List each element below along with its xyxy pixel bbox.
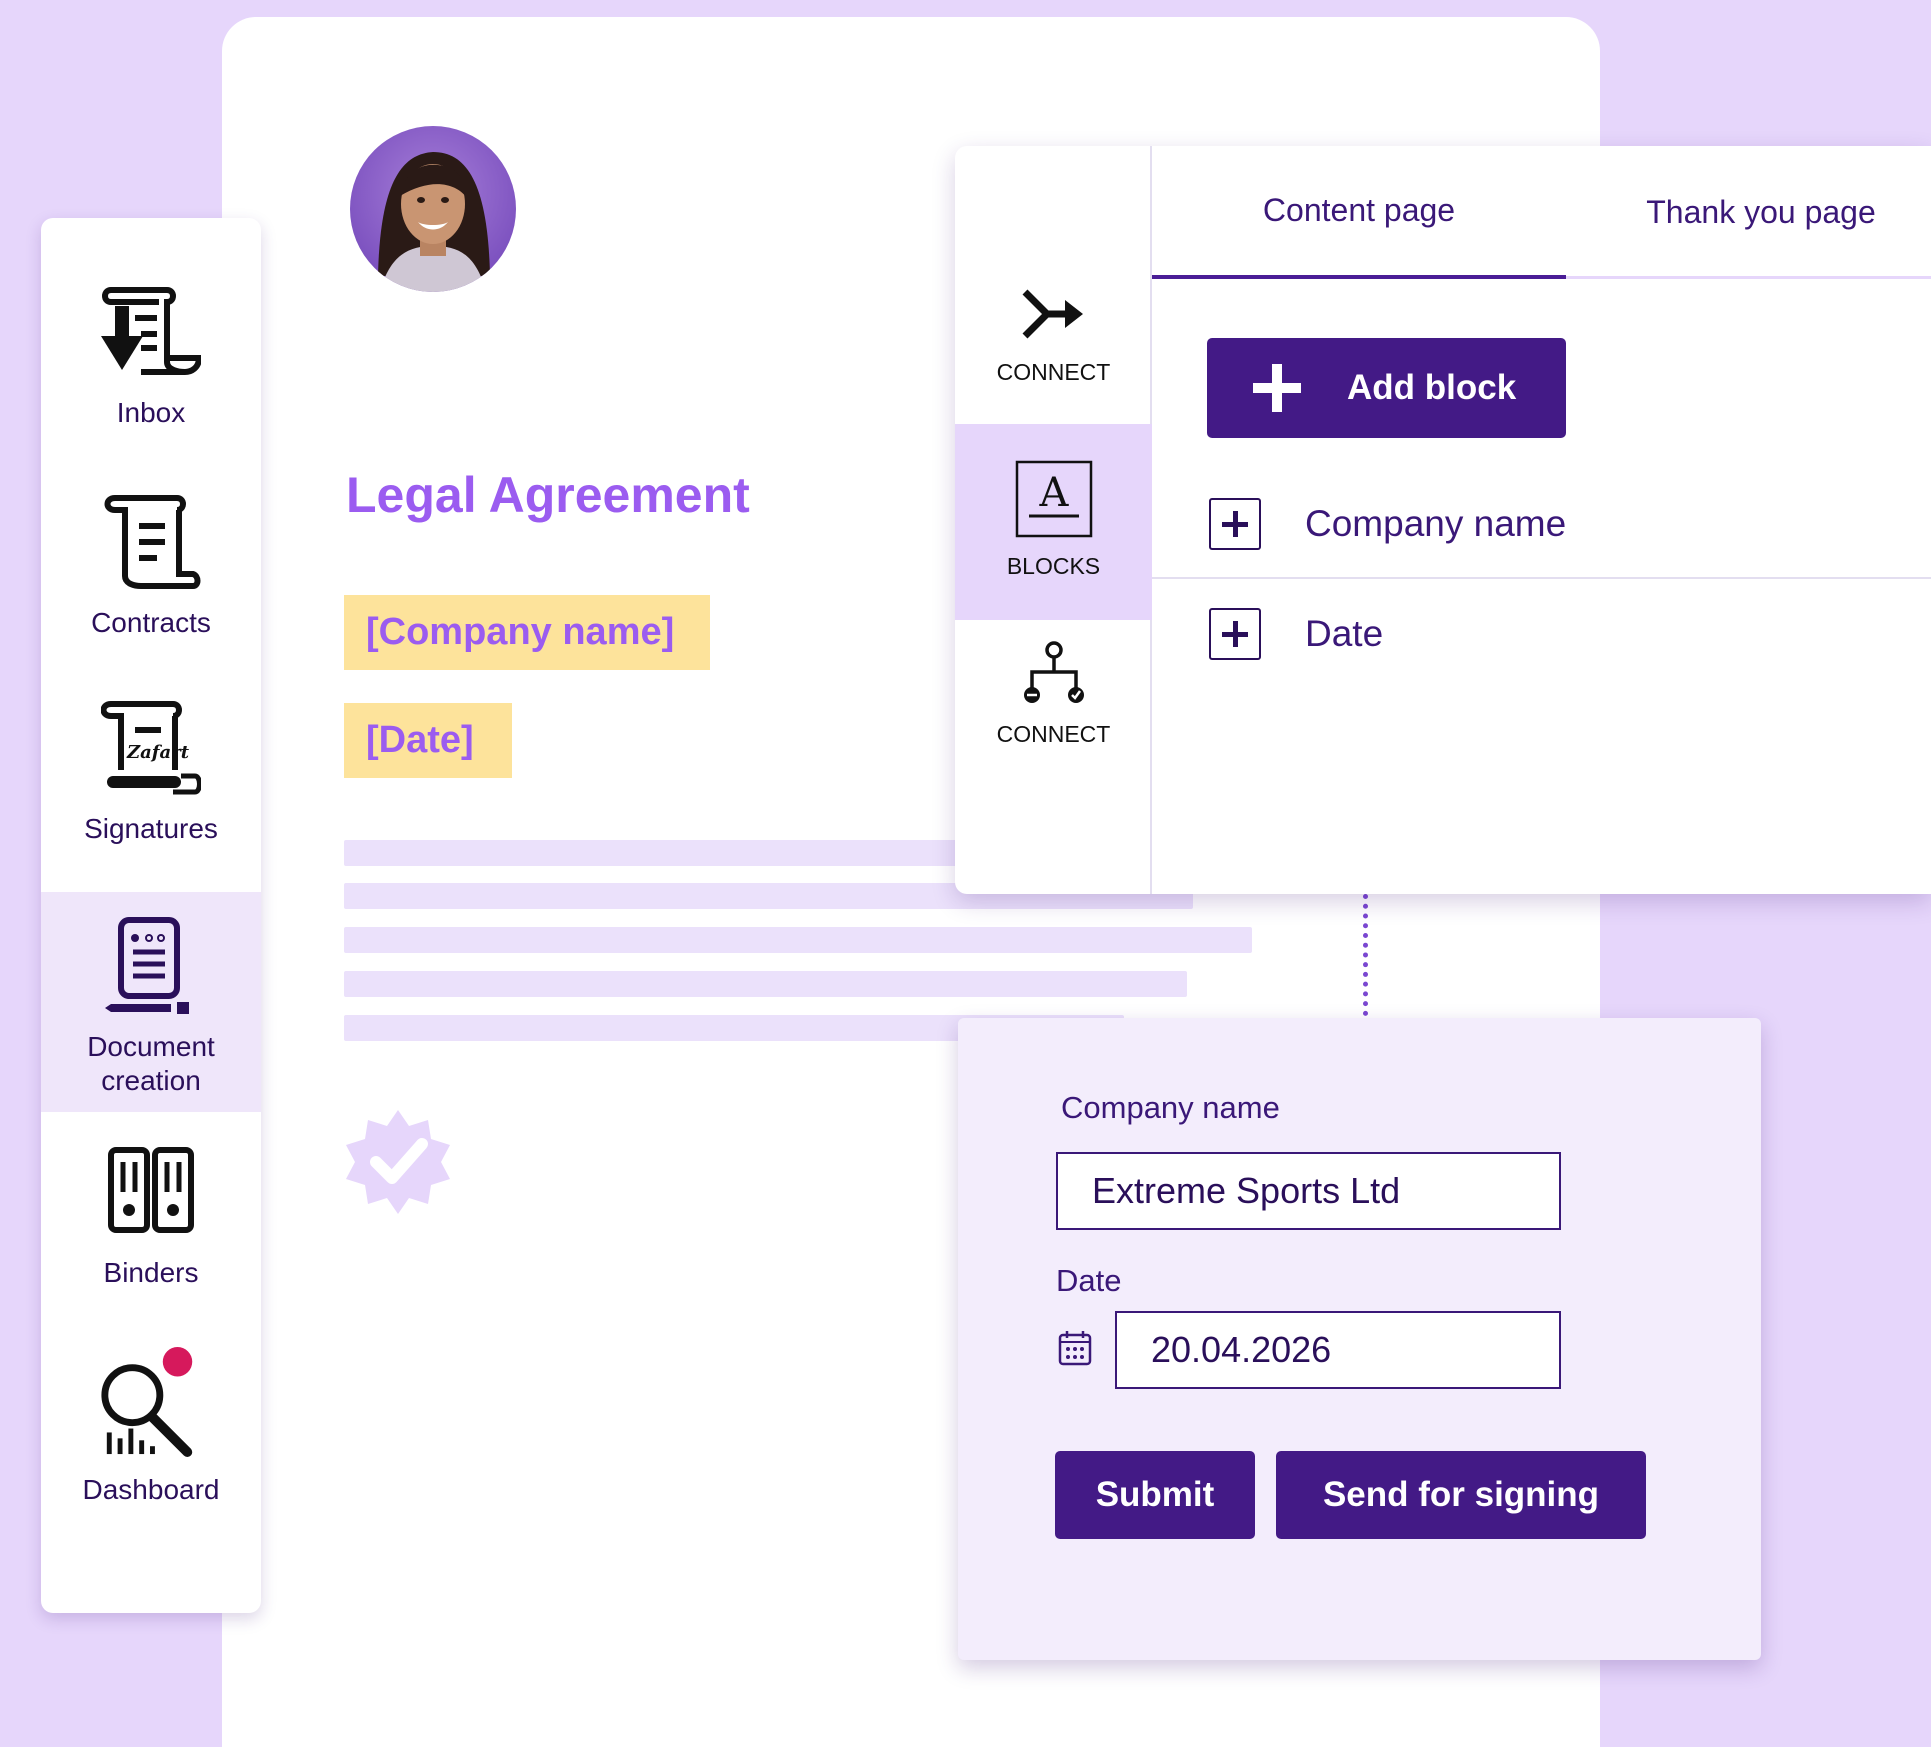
sidebar-item-label: Signatures bbox=[84, 813, 218, 844]
dashboard-search-icon bbox=[97, 1343, 205, 1463]
block-item-date[interactable]: Date bbox=[1152, 580, 1931, 688]
send-for-signing-button[interactable]: Send for signing bbox=[1276, 1451, 1646, 1539]
svg-text:Zafart: Zafart bbox=[126, 742, 190, 763]
block-item-company-name[interactable]: Company name bbox=[1152, 471, 1931, 579]
company-name-placeholder[interactable]: [Company name] bbox=[344, 595, 710, 670]
text-line-placeholder bbox=[344, 840, 964, 866]
app-sidebar: Inbox Contracts Zafart Signatures Docume… bbox=[41, 218, 261, 1613]
sidebar-item-label: Contracts bbox=[91, 607, 211, 638]
tab-thank-you-page[interactable]: Thank you page bbox=[1566, 146, 1931, 279]
sidebar-item-dashboard[interactable]: Dashboard bbox=[41, 1343, 261, 1543]
date-input[interactable]: 20.04.2026 bbox=[1115, 1311, 1561, 1389]
document-creation-icon bbox=[97, 912, 205, 1020]
workflow-tree-icon bbox=[1022, 640, 1086, 711]
side-item-label: CONNECT bbox=[996, 359, 1111, 385]
verified-badge-icon bbox=[340, 1104, 456, 1220]
sidebar-item-inbox[interactable]: Inbox bbox=[41, 278, 261, 458]
sidebar-item-signatures[interactable]: Zafart Signatures bbox=[41, 694, 261, 874]
signature-scroll-icon: Zafart bbox=[97, 694, 205, 802]
editor-sidebar: CONNECT A BLOCKS CONNECT bbox=[955, 146, 1152, 894]
add-plus-icon[interactable] bbox=[1209, 608, 1261, 660]
date-label: Date bbox=[1056, 1263, 1122, 1298]
plus-icon bbox=[1253, 364, 1301, 412]
connector-dotted-line bbox=[1363, 894, 1368, 1016]
inbox-icon bbox=[97, 278, 205, 386]
sidebar-item-connect-bottom[interactable]: CONNECT bbox=[955, 640, 1152, 780]
notification-dot bbox=[162, 1347, 193, 1377]
add-plus-icon[interactable] bbox=[1209, 498, 1261, 550]
binders-icon bbox=[97, 1138, 205, 1246]
side-item-label: CONNECT bbox=[996, 721, 1111, 747]
date-placeholder[interactable]: [Date] bbox=[344, 703, 512, 778]
add-block-button[interactable]: Add block bbox=[1207, 338, 1566, 438]
sidebar-item-contracts[interactable]: Contracts bbox=[41, 488, 261, 668]
sidebar-item-label: Document creation bbox=[87, 1031, 215, 1096]
submit-button[interactable]: Submit bbox=[1055, 1451, 1255, 1539]
tab-content-page[interactable]: Content page bbox=[1152, 146, 1566, 279]
side-item-label: BLOCKS bbox=[1006, 553, 1101, 579]
svg-text:A: A bbox=[1038, 470, 1069, 516]
sidebar-item-binders[interactable]: Binders bbox=[41, 1138, 261, 1318]
sidebar-item-connect-top[interactable]: CONNECT bbox=[955, 284, 1152, 424]
sidebar-item-document-creation[interactable]: Document creation bbox=[41, 892, 261, 1112]
add-block-label: Add block bbox=[1347, 368, 1517, 407]
calendar-icon[interactable] bbox=[1058, 1330, 1092, 1366]
company-name-label: Company name bbox=[1061, 1090, 1280, 1125]
form-card: Company name Extreme Sports Ltd Date 20.… bbox=[958, 1018, 1761, 1660]
document-title: Legal Agreement bbox=[346, 467, 750, 523]
text-block-icon: A bbox=[1015, 460, 1093, 543]
sidebar-item-label: Inbox bbox=[116, 397, 186, 428]
sidebar-item-label: Dashboard bbox=[82, 1474, 220, 1505]
company-name-input[interactable]: Extreme Sports Ltd bbox=[1056, 1152, 1561, 1230]
sidebar-item-blocks[interactable]: A BLOCKS bbox=[955, 424, 1152, 620]
editor-tabs: Content page Thank you page bbox=[1152, 146, 1931, 279]
block-label: Date bbox=[1305, 613, 1384, 654]
contract-scroll-icon bbox=[97, 488, 205, 596]
block-label: Company name bbox=[1305, 503, 1567, 544]
avatar bbox=[350, 126, 516, 292]
sidebar-item-label: Binders bbox=[103, 1257, 199, 1288]
text-line-placeholder bbox=[344, 971, 1187, 997]
text-line-placeholder bbox=[344, 927, 1252, 953]
merge-arrows-icon bbox=[1021, 284, 1087, 349]
